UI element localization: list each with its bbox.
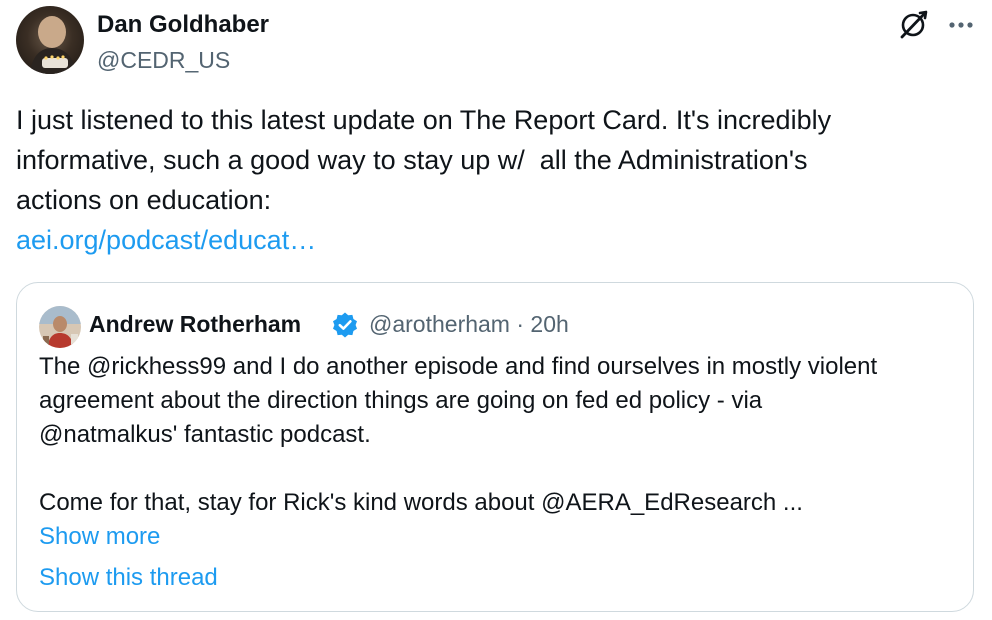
show-thread-link[interactable]: Show this thread [39,561,218,595]
quoted-meta: @arotherham · 20h [369,309,569,339]
quoted-author-name[interactable]: Andrew Rotherham [89,309,301,339]
meta-separator: · [516,311,525,337]
quoted-text-line: Come for that, stay for Rick's kind word… [39,489,803,516]
quoted-text-line: agreement about the direction things are… [39,387,763,414]
tweet-link[interactable]: aei.org/podcast/educat… [16,220,316,260]
author-handle[interactable]: @CEDR_US [97,45,230,75]
show-more-link[interactable]: Show more [39,520,160,554]
author-name[interactable]: Dan Goldhaber [97,10,269,40]
quoted-text-line: The @rickhess99 and I do another episode… [39,353,878,380]
quoted-text: The @rickhess99 and I do another episode… [39,350,969,520]
quoted-author-avatar[interactable] [39,306,81,348]
tweet-text-line: actions on education: [16,185,272,215]
author-avatar[interactable] [16,6,84,74]
verified-badge-icon [331,311,359,339]
quoted-tweet[interactable]: Andrew Rotherham @arotherham · 20h The @… [16,282,974,612]
quoted-timestamp[interactable]: 20h [530,311,568,337]
quoted-text-line: @natmalkus' fantastic podcast. [39,421,371,448]
tweet-text-line: informative, such a good way to stay up … [16,145,808,175]
grok-icon[interactable] [896,8,930,42]
tweet-card: Dan Goldhaber @CEDR_US I just listened t… [0,0,992,620]
tweet-text: I just listened to this latest update on… [16,100,966,220]
more-options-icon[interactable] [945,10,977,40]
quoted-author-handle[interactable]: @arotherham [369,311,510,337]
tweet-text-line: I just listened to this latest update on… [16,105,832,135]
